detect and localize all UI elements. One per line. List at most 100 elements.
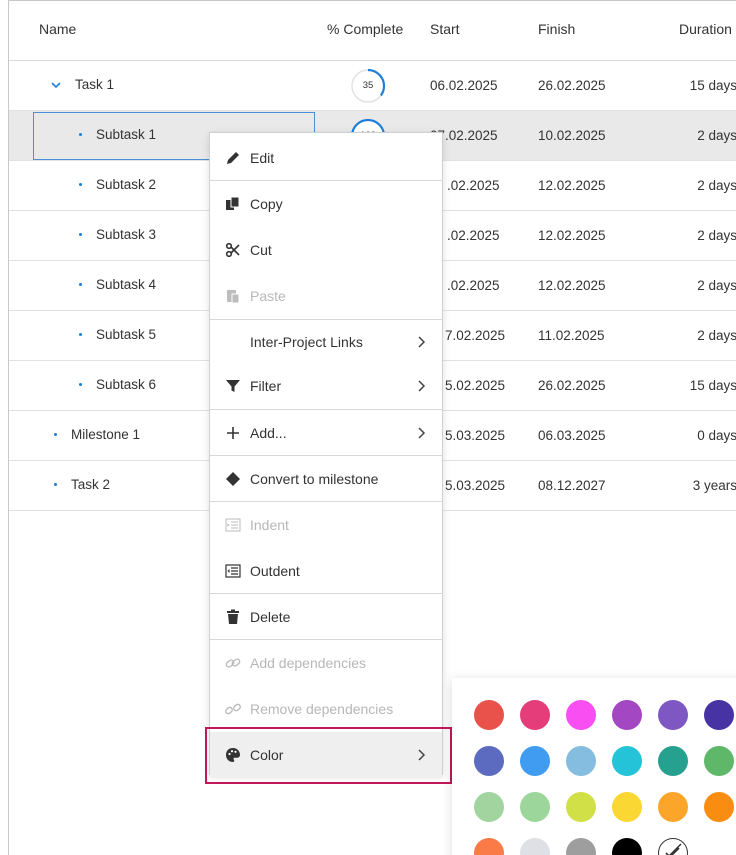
column-header-complete[interactable]: % Complete: [327, 21, 403, 37]
color-swatch[interactable]: [658, 792, 688, 822]
chevron-right-icon: [418, 427, 426, 439]
color-swatch[interactable]: [474, 700, 504, 730]
link-icon: [225, 658, 241, 668]
row-start: .02.2025: [447, 278, 500, 293]
color-swatch[interactable]: [566, 838, 596, 855]
progress-value: 35: [362, 80, 374, 91]
row-duration: 2 days: [697, 178, 736, 193]
color-swatch[interactable]: [704, 792, 734, 822]
row-duration: 15 days: [689, 378, 736, 393]
menu-item-label: Add dependencies: [250, 655, 366, 671]
chevron-down-icon[interactable]: [51, 80, 61, 90]
row-name-cell: Task 1: [51, 77, 114, 92]
row-name: Subtask 2: [96, 177, 157, 192]
row-name: Subtask 1: [96, 127, 157, 142]
bullet-icon: [79, 383, 82, 386]
color-swatch[interactable]: [704, 746, 734, 776]
menu-item-convert-to-milestone[interactable]: Convert to milestone: [210, 456, 442, 502]
bullet-icon: [54, 483, 57, 486]
color-swatch[interactable]: [612, 700, 642, 730]
menu-item-label: Convert to milestone: [250, 471, 379, 487]
color-swatch[interactable]: [612, 792, 642, 822]
menu-item-edit[interactable]: Edit: [210, 135, 442, 181]
row-finish: 12.02.2025: [538, 278, 606, 293]
bullet-icon: [54, 433, 57, 436]
chevron-right-icon: [418, 336, 426, 348]
row-finish: 12.02.2025: [538, 228, 606, 243]
bullet-icon: [79, 333, 82, 336]
menu-item-label: Delete: [250, 609, 291, 625]
row-start: 5.03.2025: [445, 478, 506, 493]
context-menu: Edit Copy Cut Paste Inter-Project Links …: [209, 132, 443, 778]
color-swatch[interactable]: [566, 792, 596, 822]
column-header-name[interactable]: Name: [39, 21, 76, 37]
color-swatch[interactable]: [474, 746, 504, 776]
menu-item-label: Add...: [250, 425, 287, 441]
row-name-cell: Milestone 1: [54, 427, 140, 442]
column-header-duration[interactable]: Duration: [679, 21, 732, 37]
column-header-start[interactable]: Start: [430, 21, 460, 37]
row-name-cell: Subtask 5: [79, 327, 156, 342]
color-swatch[interactable]: [612, 746, 642, 776]
menu-item-cut[interactable]: Cut: [210, 227, 442, 273]
menu-item-label: Copy: [250, 196, 283, 212]
color-swatch[interactable]: [520, 792, 550, 822]
row-name: Subtask 4: [96, 277, 157, 292]
outdent-icon: [225, 564, 241, 578]
color-swatch[interactable]: [612, 838, 642, 855]
row-name-cell: Subtask 2: [79, 177, 156, 192]
color-swatch[interactable]: [520, 838, 550, 855]
row-finish: 12.02.2025: [538, 178, 606, 193]
row-name: Task 1: [75, 77, 115, 92]
color-swatch[interactable]: [658, 700, 688, 730]
paste-icon: [227, 290, 240, 304]
menu-item-add[interactable]: Add...: [210, 410, 442, 456]
menu-item-outdent[interactable]: Outdent: [210, 548, 442, 594]
color-swatch[interactable]: [474, 792, 504, 822]
progress-ring: 35: [350, 68, 386, 104]
highlight-box: [205, 727, 452, 784]
bullet-icon: [79, 133, 82, 136]
menu-item-remove-dependencies: Remove dependencies: [210, 686, 442, 732]
row-finish: 26.02.2025: [538, 78, 606, 93]
no-color-icon[interactable]: [658, 838, 688, 855]
menu-item-add-dependencies: Add dependencies: [210, 640, 442, 686]
color-swatch[interactable]: [520, 700, 550, 730]
color-swatch[interactable]: [704, 700, 734, 730]
row-duration: 2 days: [697, 228, 736, 243]
color-swatch[interactable]: [566, 746, 596, 776]
bullet-icon: [79, 283, 82, 286]
menu-item-inter-project-links[interactable]: Inter-Project Links: [210, 319, 442, 365]
row-name: Subtask 3: [96, 227, 157, 242]
row-name-cell: Task 2: [54, 477, 110, 492]
row-start: .02.2025: [447, 228, 500, 243]
row-name-cell: Subtask 4: [79, 277, 156, 292]
menu-item-label: Outdent: [250, 563, 300, 579]
chevron-right-icon: [418, 380, 426, 392]
row-finish: 11.02.2025: [538, 328, 605, 343]
row-name-cell: Subtask 3: [79, 227, 156, 242]
color-swatch[interactable]: [474, 838, 504, 855]
row-duration: 3 years: [692, 478, 736, 493]
bullet-icon: [79, 183, 82, 186]
column-header-finish[interactable]: Finish: [538, 21, 575, 37]
menu-item-label: Filter: [250, 378, 282, 394]
color-swatch[interactable]: [566, 700, 596, 730]
menu-item-filter[interactable]: Filter: [210, 363, 442, 409]
unlink-icon: [225, 703, 241, 715]
menu-item-indent: Indent: [210, 502, 442, 548]
row-name: Milestone 1: [71, 427, 141, 442]
row-start: 06.02.2025: [430, 78, 498, 93]
menu-item-label: Cut: [250, 242, 272, 258]
indent-icon: [225, 518, 241, 532]
bullet-icon: [79, 233, 82, 236]
menu-item-label: Remove dependencies: [250, 701, 394, 717]
menu-item-delete[interactable]: Delete: [210, 594, 442, 640]
color-swatch[interactable]: [658, 746, 688, 776]
menu-item-copy[interactable]: Copy: [210, 181, 442, 227]
color-swatch[interactable]: [520, 746, 550, 776]
menu-item-label: Inter-Project Links: [250, 334, 363, 350]
row-duration: 2 days: [697, 128, 736, 143]
table-row[interactable]: Task 1 35 06.02.2025 26.02.2025 15 days: [9, 61, 736, 111]
row-start: .02.2025: [447, 178, 500, 193]
